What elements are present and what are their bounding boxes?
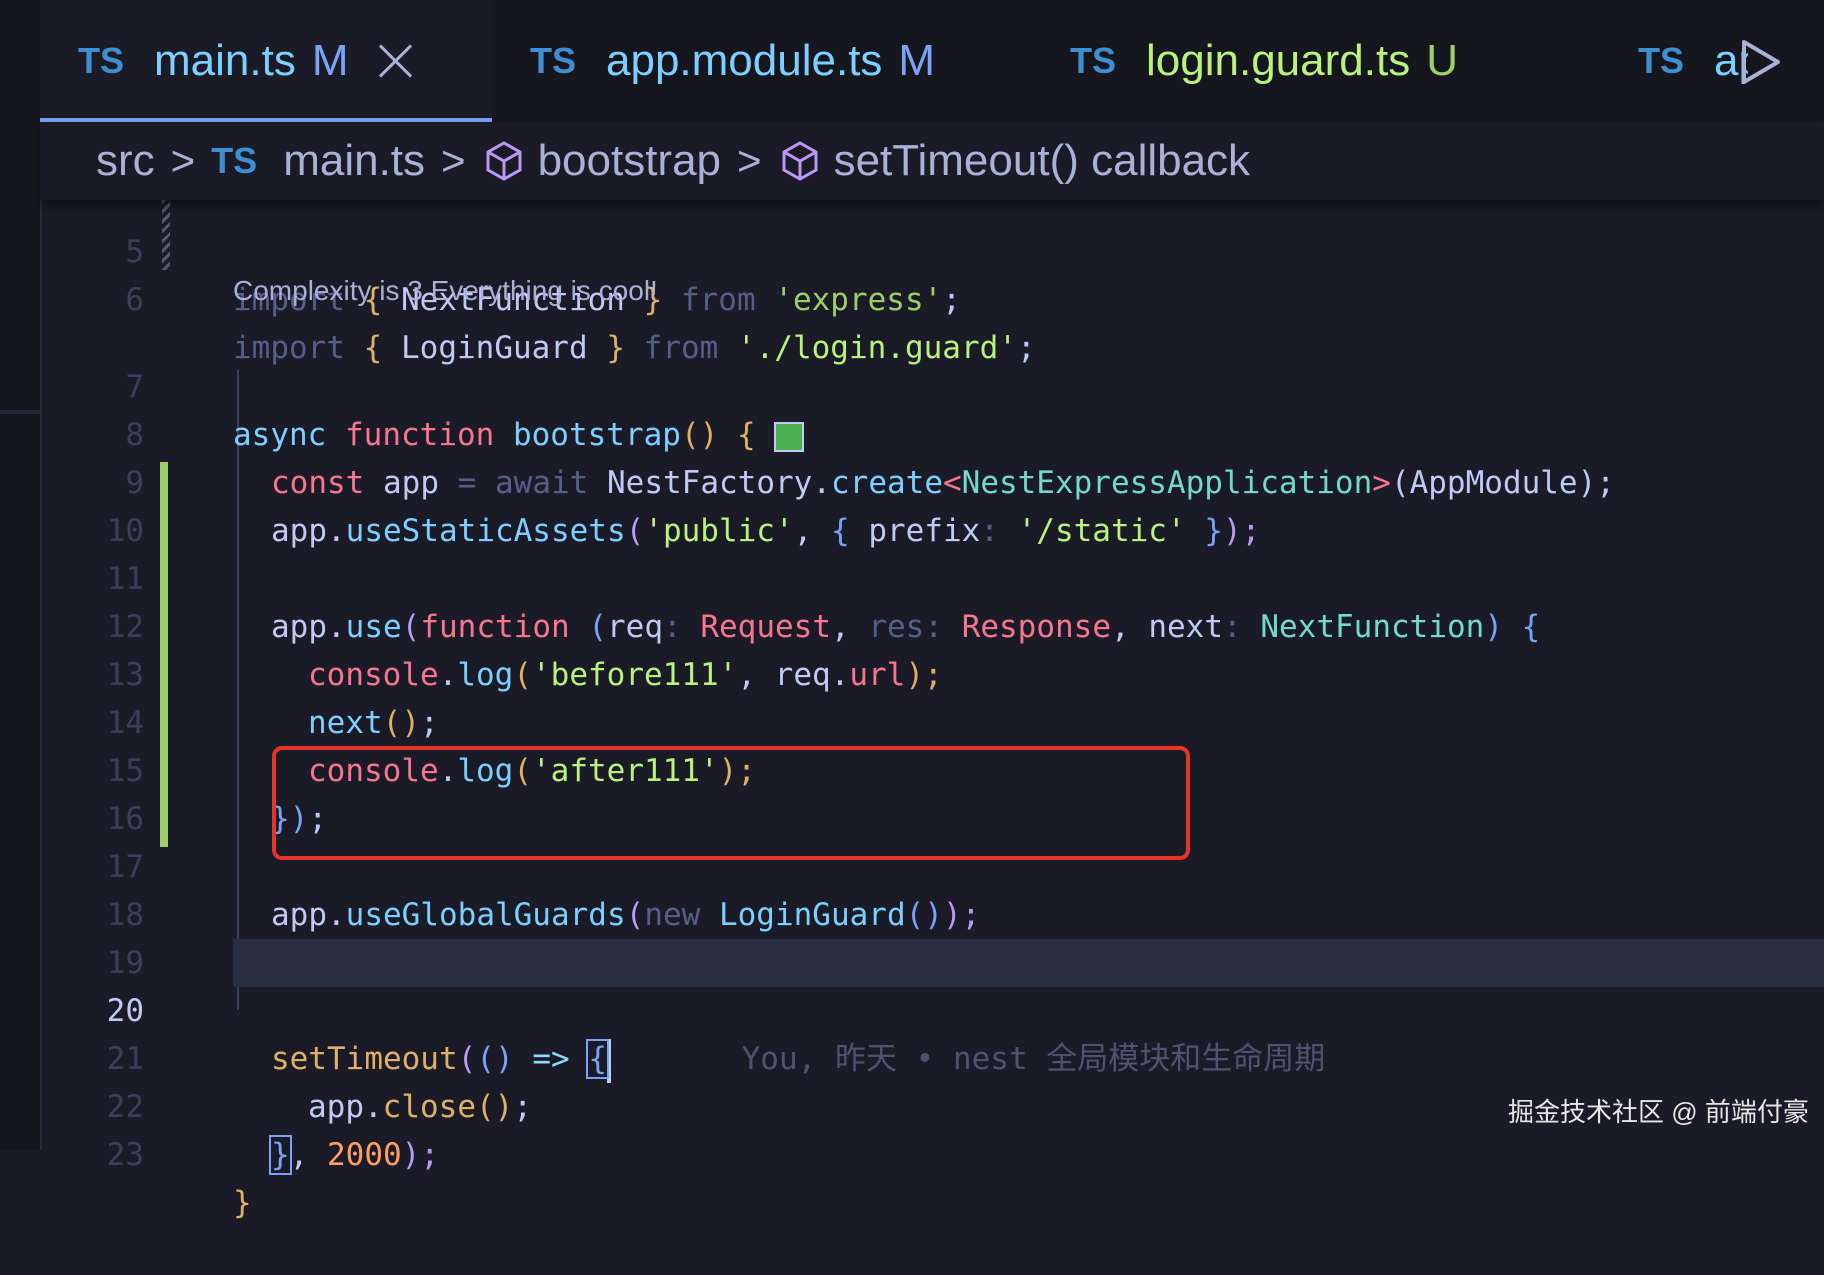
code-line: 13 next();	[106, 657, 439, 741]
code-line: 14 console.log('after111');	[106, 705, 756, 789]
symbol-method-icon	[486, 141, 522, 181]
code-line: 15 });	[106, 753, 327, 837]
typescript-icon: TS	[211, 140, 258, 181]
close-icon[interactable]	[377, 43, 413, 79]
typescript-icon: TS	[78, 40, 125, 81]
tab-login-guard-ts[interactable]: TS login.guard.ts U	[1052, 0, 1600, 122]
breadcrumb: src > TS main.ts > bootstrap > setTimeou…	[40, 122, 1824, 200]
run-icon[interactable]	[1738, 38, 1782, 86]
typescript-icon: TS	[1638, 40, 1685, 81]
chevron-right-icon: >	[170, 137, 196, 184]
git-status-badge: M	[311, 36, 349, 85]
code-line: 9 app.useStaticAssets('public', { prefix…	[125, 465, 1261, 549]
git-status-badge: M	[898, 36, 936, 85]
code-lens[interactable]: Complexity is 3 Everything is cool!	[233, 275, 658, 307]
code-line: 7 async function bootstrap() {	[40, 315, 1824, 453]
breadcrumb-item-bootstrap[interactable]: bootstrap	[482, 136, 721, 186]
git-status-badge: U	[1426, 36, 1458, 85]
chevron-right-icon: >	[441, 137, 466, 184]
tab-app-truncated[interactable]: TS ap	[1600, 0, 1748, 122]
code-line: 12 console.log('before111', req.url);	[106, 609, 943, 693]
breadcrumb-item-file[interactable]: TS main.ts	[211, 136, 425, 186]
code-line: 6 import { LoginGuard } from './login.gu…	[125, 282, 1036, 366]
code-line: 19	[106, 945, 144, 981]
tab-label: app.module.ts	[606, 36, 883, 85]
tab-label: login.guard.ts	[1146, 36, 1411, 85]
code-line-current: 20 setTimeout(() => { You, 昨天 • nest 全局模…	[40, 939, 1824, 1083]
matched-bracket: }	[269, 1135, 292, 1175]
code-line: 8 const app = await NestFactory.create<N…	[125, 417, 1615, 501]
breadcrumb-item-callback[interactable]: setTimeout() callback	[778, 136, 1250, 186]
code-line: 21 app.close();	[106, 1041, 532, 1125]
code-line: 11 app.use(function (req: Request, res: …	[106, 561, 1541, 645]
typescript-icon: TS	[1070, 40, 1117, 81]
rail-divider	[0, 410, 40, 414]
tab-app-module-ts[interactable]: TS app.module.ts M	[492, 0, 1052, 122]
chevron-right-icon: >	[737, 137, 762, 184]
symbol-method-icon	[782, 141, 818, 181]
tab-label: main.ts	[154, 36, 296, 85]
tab-main-ts[interactable]: TS main.ts M	[40, 0, 492, 122]
activity-rail	[0, 0, 42, 1150]
breadcrumb-item-src[interactable]: src	[96, 136, 155, 186]
code-line: 10	[106, 513, 144, 549]
code-line: 22 }, 2000);	[106, 1089, 439, 1175]
annotation-highlight-box	[272, 746, 1190, 860]
editor-tab-bar: TS main.ts M TS app.module.ts M TS login…	[40, 0, 1824, 122]
code-editor[interactable]: 5 import { NextFunction } from 'express'…	[40, 200, 1824, 1221]
typescript-icon: TS	[530, 40, 577, 81]
watermark: 掘金技术社区 @ 前端付豪	[1508, 1097, 1809, 1127]
